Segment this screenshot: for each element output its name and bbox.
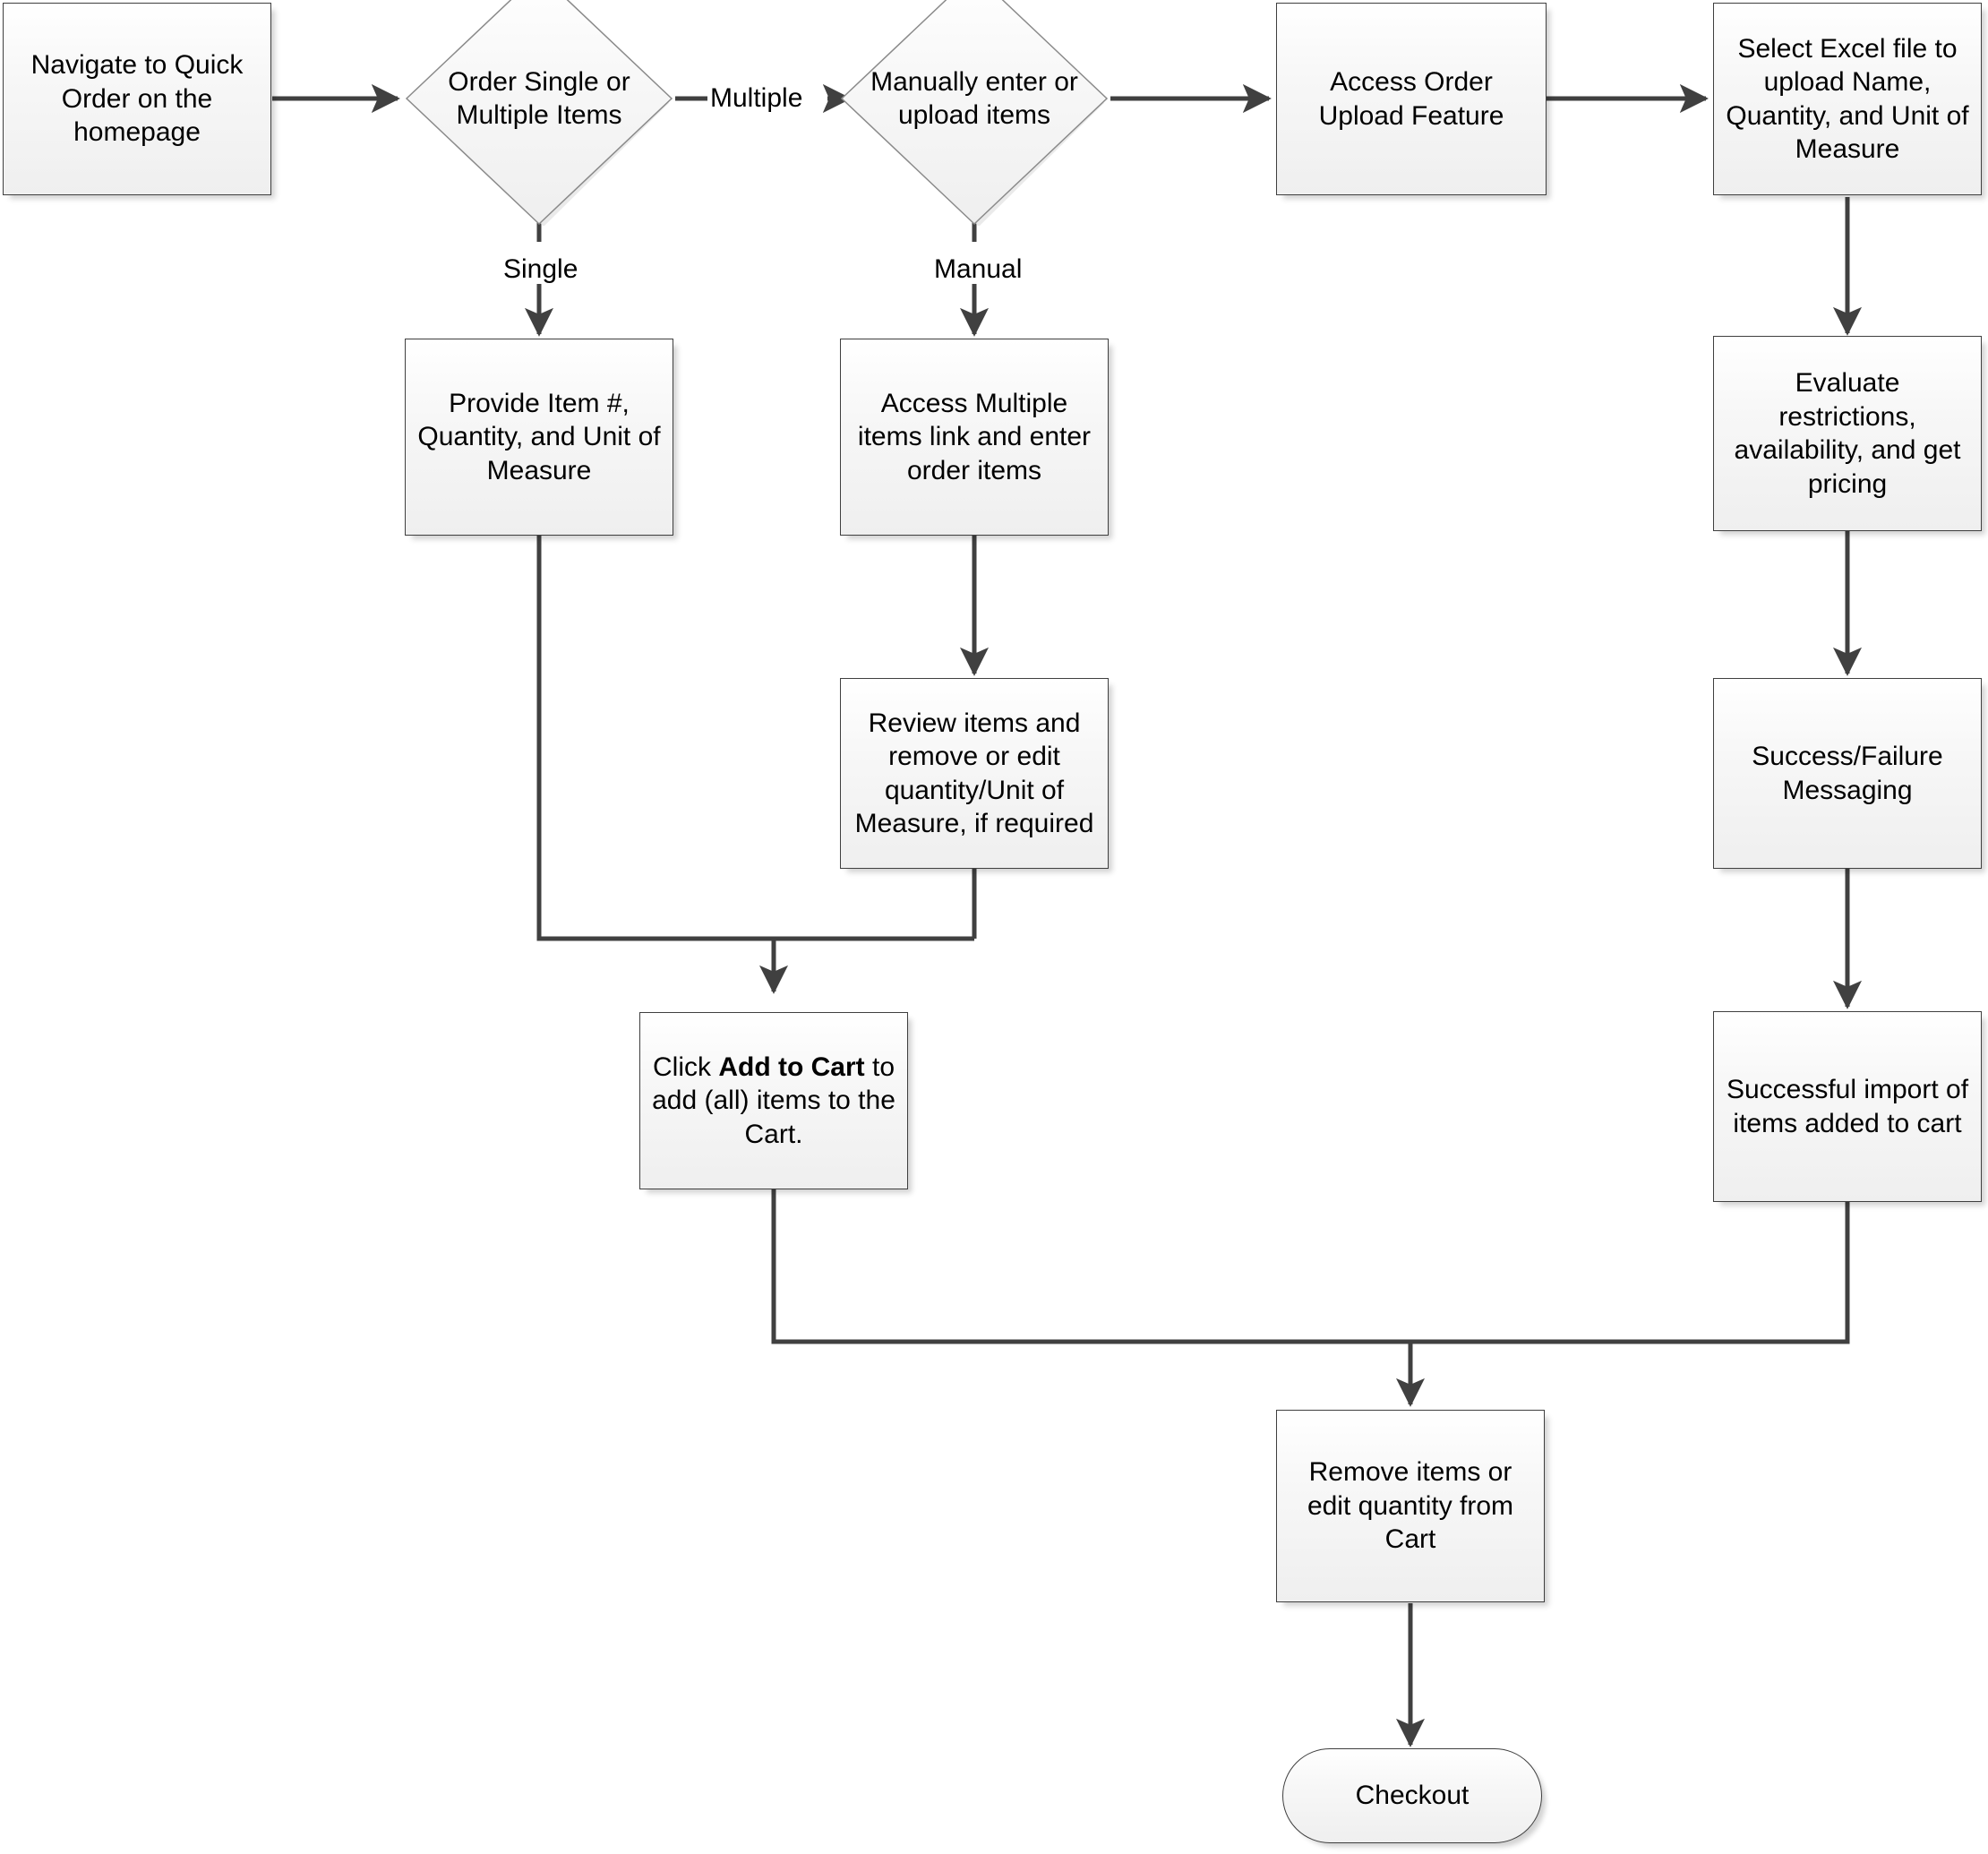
node-label: Review items and remove or edit quantity… [854, 708, 1094, 839]
edge-label-single: Single [501, 254, 581, 284]
edge-label-multiple: Multiple [707, 83, 806, 113]
node-label: Success/Failure Messaging [1752, 742, 1943, 805]
node-select-excel-file[interactable]: Select Excel file to upload Name, Quanti… [1713, 3, 1982, 195]
node-access-multiple-items[interactable]: Access Multiple items link and enter ord… [840, 339, 1109, 536]
node-label: Checkout [1355, 1781, 1470, 1811]
edge-addtocart-to-remove [771, 1187, 1426, 1407]
node-label: Evaluate restrictions, availability, and… [1734, 368, 1961, 499]
node-review-items[interactable]: Review items and remove or edit quantity… [840, 678, 1109, 869]
node-order-single-or-multiple[interactable]: Order Single or Multiple Items [405, 0, 673, 226]
node-label: Successful import of items added to cart [1726, 1075, 1969, 1138]
node-manually-enter-or-upload[interactable]: Manually enter or upload items [840, 0, 1109, 226]
add-to-cart-bold: Add to Cart [718, 1051, 865, 1082]
node-label: Order Single or Multiple Items [448, 66, 630, 131]
edge-import-to-merge [1410, 1200, 1850, 1344]
node-label: Manually enter or upload items [870, 66, 1078, 131]
node-successful-import[interactable]: Successful import of items added to cart [1713, 1011, 1982, 1202]
node-navigate-quick-order[interactable]: Navigate to Quick Order on the homepage [3, 3, 271, 195]
node-checkout[interactable]: Checkout [1282, 1748, 1542, 1843]
node-add-to-cart[interactable]: Click Add to Cart to add (all) items to … [639, 1012, 908, 1189]
node-label: Navigate to Quick Order on the homepage [30, 50, 244, 148]
node-label: Provide Item #, Quantity, and Unit of Me… [417, 388, 661, 485]
node-label: Access Order Upload Feature [1318, 67, 1504, 131]
flowchart-canvas: Navigate to Quick Order on the homepage … [0, 0, 1988, 1854]
node-remove-items-cart[interactable]: Remove items or edit quantity from Cart [1276, 1410, 1545, 1602]
node-success-failure[interactable]: Success/Failure Messaging [1713, 678, 1982, 869]
node-label: Select Excel file to upload Name, Quanti… [1726, 33, 1969, 165]
node-label: Access Multiple items link and enter ord… [857, 388, 1092, 485]
node-provide-item[interactable]: Provide Item #, Quantity, and Unit of Me… [405, 339, 673, 536]
add-to-cart-prefix: Click [652, 1051, 719, 1082]
edge-label-manual: Manual [931, 254, 1025, 284]
node-evaluate-restrictions[interactable]: Evaluate restrictions, availability, and… [1713, 336, 1982, 531]
node-label: Remove items or edit quantity from Cart [1307, 1457, 1514, 1555]
node-access-order-upload[interactable]: Access Order Upload Feature [1276, 3, 1547, 195]
node-label: Click Add to Cart to add (all) items to … [640, 1051, 907, 1152]
